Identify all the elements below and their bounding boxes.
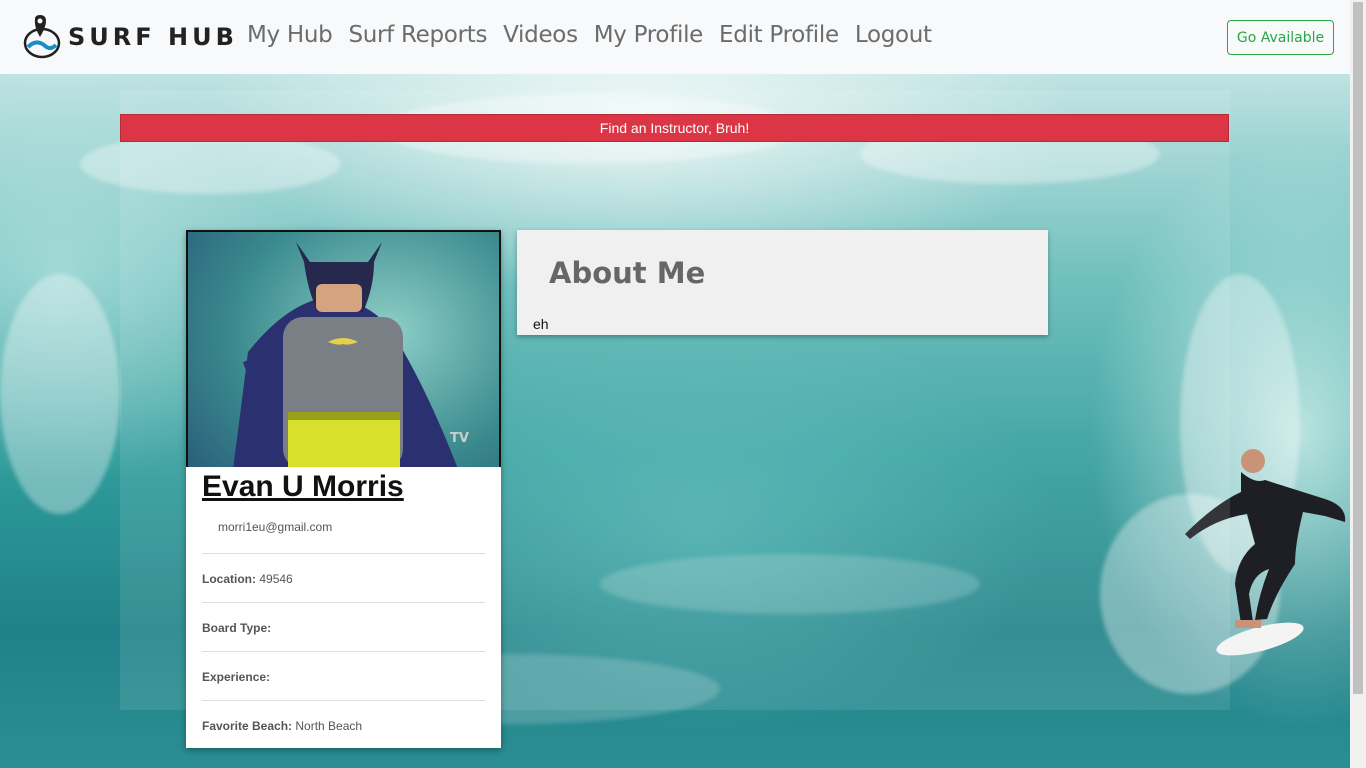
about-me-title: About Me	[549, 256, 706, 290]
top-navbar: SURF HUB My Hub Surf Reports Videos My P…	[0, 0, 1350, 74]
page-scrollbar[interactable]	[1350, 0, 1366, 768]
location-value: 49546	[259, 572, 293, 586]
nav-my-hub[interactable]: My Hub	[247, 22, 333, 48]
favorite-beach-row: Favorite Beach: North Beach	[202, 719, 362, 733]
location-label: Location:	[202, 572, 256, 586]
batman-figure: TV	[233, 242, 469, 467]
about-me-card: About Me eh	[517, 230, 1048, 335]
svg-text:TV: TV	[450, 431, 469, 446]
location-row: Location: 49546	[202, 572, 293, 586]
map-pin-icon	[23, 15, 61, 59]
nav-my-profile[interactable]: My Profile	[594, 22, 704, 48]
divider	[202, 602, 485, 603]
experience-label: Experience:	[202, 670, 271, 684]
favorite-beach-value: North Beach	[295, 719, 363, 733]
brand-logo[interactable]: SURF HUB	[22, 15, 238, 59]
profile-name[interactable]: Evan U Morris	[202, 470, 404, 504]
nav-videos[interactable]: Videos	[503, 22, 578, 48]
about-me-text: eh	[533, 316, 549, 332]
nav-links: My Hub Surf Reports Videos My Profile Ed…	[247, 22, 948, 48]
board-type-label: Board Type:	[202, 621, 272, 635]
favorite-beach-label: Favorite Beach:	[202, 719, 293, 733]
brand-name: SURF HUB	[68, 23, 238, 51]
nav-edit-profile[interactable]: Edit Profile	[719, 22, 839, 48]
find-instructor-banner[interactable]: Find an Instructor, Bruh!	[120, 114, 1229, 142]
go-available-button[interactable]: Go Available	[1227, 20, 1334, 55]
divider	[202, 553, 485, 554]
divider	[202, 700, 485, 701]
profile-photo: TV	[186, 230, 501, 467]
board-type-row: Board Type:	[202, 621, 271, 635]
profile-email: morri1eu@gmail.com	[218, 520, 333, 534]
profile-card: TV Evan U Morris morri1eu@gmail.com Loca…	[186, 230, 501, 748]
scrollbar-thumb[interactable]	[1353, 2, 1363, 694]
experience-row: Experience:	[202, 670, 270, 684]
nav-surf-reports[interactable]: Surf Reports	[348, 22, 487, 48]
nav-logout[interactable]: Logout	[855, 22, 932, 48]
divider	[202, 651, 485, 652]
